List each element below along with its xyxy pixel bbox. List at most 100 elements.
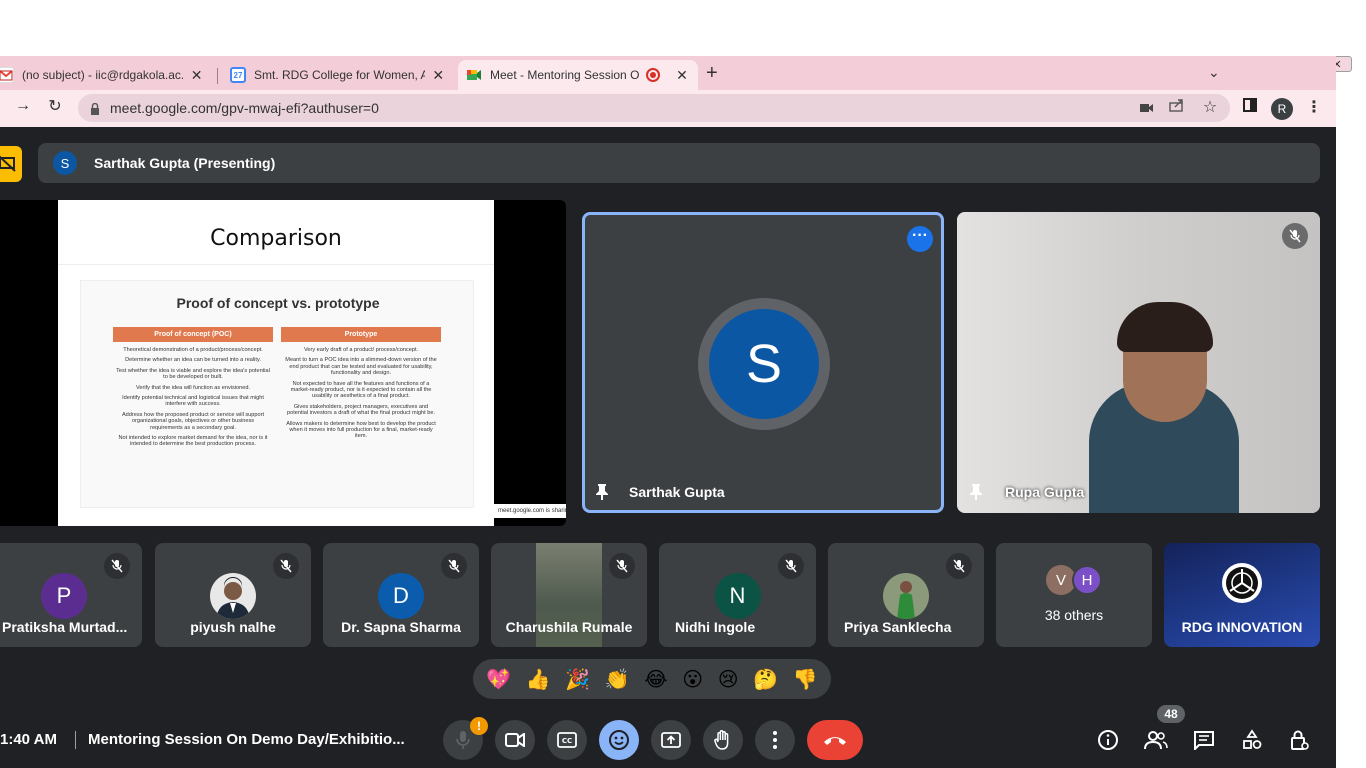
- meeting-time: 1:40 AM: [0, 731, 57, 748]
- mic-off-icon: [273, 553, 299, 579]
- participant-name: Sarthak Gupta: [629, 484, 725, 500]
- participant-name: Pratiksha Murtad...: [2, 619, 128, 635]
- bookmark-star-icon[interactable]: ☆: [1199, 97, 1221, 117]
- more-options-icon[interactable]: ···: [907, 226, 933, 252]
- reaction-sparkling-heart[interactable]: 💖: [486, 667, 511, 692]
- tab-search-chevron-icon[interactable]: ⌄: [1208, 64, 1220, 81]
- tab-strip: (no subject) - iic@rdgakola.ac.in - S ✕ …: [0, 56, 1336, 90]
- tab-meet[interactable]: Meet - Mentoring Session On D ✕: [458, 60, 698, 90]
- reaction-laughing[interactable]: 😂: [644, 667, 667, 692]
- slide: Comparison Proof of concept vs. prototyp…: [58, 200, 494, 526]
- poc-item: Address how the proposed product or serv…: [121, 411, 265, 431]
- close-tab-icon[interactable]: ✕: [189, 67, 204, 84]
- calendar-icon: 27: [230, 67, 246, 83]
- tile-piyush[interactable]: piyush nalhe: [155, 543, 311, 647]
- mic-off-icon: [609, 553, 635, 579]
- reaction-surprised[interactable]: 😮: [682, 667, 703, 692]
- more-options-button[interactable]: [755, 720, 795, 760]
- tile-sarthak-gupta[interactable]: ··· S Sarthak Gupta: [582, 212, 944, 513]
- lock-icon: [90, 102, 100, 115]
- close-tab-icon[interactable]: ✕: [431, 67, 447, 84]
- participant-name: RDG INNOVATION: [1181, 619, 1303, 635]
- reaction-thinking[interactable]: 🤔: [753, 667, 778, 692]
- presentation-tile[interactable]: Comparison Proof of concept vs. prototyp…: [0, 200, 566, 526]
- new-tab-icon[interactable]: +: [706, 62, 718, 85]
- prototype-item: Gives stakeholders, project managers, ex…: [286, 403, 435, 417]
- activities-icon[interactable]: [1237, 725, 1267, 755]
- pin-icon[interactable]: [969, 483, 983, 506]
- participant-name: Charushila Rumale: [505, 619, 633, 635]
- present-screen-button[interactable]: [651, 720, 691, 760]
- side-panel-icon[interactable]: [1239, 98, 1261, 117]
- stop-presenting-icon[interactable]: [0, 146, 22, 182]
- share-icon[interactable]: [1166, 98, 1188, 117]
- participant-name: Nidhi Ingole: [675, 619, 756, 635]
- tab-gmail[interactable]: (no subject) - iic@rdgakola.ac.in - S ✕: [0, 60, 212, 90]
- poc-item: Theoretical demonstration of a product/p…: [123, 347, 263, 353]
- url-text: meet.google.com/gpv-mwaj-efi?authuser=0: [110, 100, 379, 116]
- browser-toolbar: → ↻ meet.google.com/gpv-mwaj-efi?authuse…: [0, 90, 1336, 127]
- raise-hand-button[interactable]: [703, 720, 743, 760]
- captions-button[interactable]: CC: [547, 720, 587, 760]
- tile-pratiksha[interactable]: P Pratiksha Murtad...: [0, 543, 142, 647]
- poc-item: Verify that the idea will function as en…: [135, 384, 251, 391]
- prototype-item: Very early draft of a product/ process/c…: [303, 347, 419, 353]
- poc-item: Test whether the idea is viable and expl…: [116, 367, 270, 381]
- reload-icon[interactable]: ↻: [44, 96, 66, 116]
- close-tab-icon[interactable]: ✕: [674, 67, 690, 84]
- others-count: 38 others: [1044, 607, 1104, 623]
- prototype-item: Meant to turn a POC idea into a slimmed-…: [285, 357, 437, 377]
- mic-off-icon: [946, 553, 972, 579]
- leave-call-button[interactable]: [807, 720, 863, 760]
- pin-icon[interactable]: [595, 483, 609, 506]
- chat-icon[interactable]: [1189, 725, 1219, 755]
- meeting-details-icon[interactable]: [1093, 725, 1123, 755]
- tile-priya[interactable]: Priya Sanklecha: [828, 543, 984, 647]
- reaction-crying[interactable]: 😢: [718, 667, 739, 692]
- tile-rupa-gupta[interactable]: Rupa Gupta: [957, 212, 1320, 513]
- presenter-avatar: S: [53, 151, 77, 175]
- tab-calendar[interactable]: 27 Smt. RDG College for Women, Akola ✕: [222, 60, 454, 90]
- tile-charushila[interactable]: Charushila Rumale: [491, 543, 647, 647]
- rdg-logo-icon: [1222, 563, 1262, 603]
- participant-avatar: D: [378, 573, 424, 619]
- slide-divider: [58, 264, 494, 265]
- reaction-party-popper[interactable]: 🎉: [565, 667, 590, 692]
- tile-nidhi[interactable]: N Nidhi Ingole: [659, 543, 816, 647]
- mic-off-icon: [104, 553, 130, 579]
- reaction-thumbs-up[interactable]: 👍: [526, 667, 551, 692]
- tile-others[interactable]: V H 38 others: [996, 543, 1152, 647]
- camera-toggle-button[interactable]: [495, 720, 535, 760]
- column-header-poc: Proof of concept (POC): [113, 327, 273, 342]
- prototype-item: Not expected to have all the features an…: [290, 380, 432, 400]
- tile-rdg-innovation[interactable]: RDG INNOVATION: [1164, 543, 1320, 647]
- meet-icon: [466, 67, 482, 83]
- sarthak-avatar: S: [709, 309, 819, 419]
- participant-name: Dr. Sapna Sharma: [341, 619, 461, 635]
- profile-avatar[interactable]: R: [1271, 98, 1293, 120]
- address-bar[interactable]: meet.google.com/gpv-mwaj-efi?authuser=0: [78, 94, 1230, 122]
- meeting-title: Mentoring Session On Demo Day/Exhibitio.…: [88, 731, 405, 748]
- reaction-clapping[interactable]: 👏: [605, 667, 630, 692]
- prototype-column: Very early draft of a product/ process/c…: [283, 347, 439, 444]
- gmail-icon: [0, 67, 14, 83]
- emoji-reactions-button[interactable]: [599, 720, 639, 760]
- tab-separator: [217, 68, 218, 84]
- host-controls-icon[interactable]: [1285, 725, 1315, 755]
- divider: [75, 731, 76, 749]
- sharing-indicator: meet.google.com is sharing: [494, 504, 566, 518]
- presenter-bar: S Sarthak Gupta (Presenting): [38, 143, 1320, 183]
- browser-menu-icon[interactable]: ⋮: [1303, 97, 1325, 117]
- reaction-thumbs-down[interactable]: 👎: [793, 667, 818, 692]
- others-avatar-h: H: [1072, 565, 1102, 595]
- poc-column: Theoretical demonstration of a product/p…: [115, 347, 271, 452]
- camera-blocked-icon[interactable]: [1136, 100, 1158, 118]
- forward-icon[interactable]: →: [12, 97, 34, 115]
- tab-title: (no subject) - iic@rdgakola.ac.in - S: [22, 68, 183, 82]
- svg-text:CC: CC: [562, 737, 572, 745]
- poc-item: Identify potential technical and logisti…: [122, 395, 264, 408]
- participant-photo: [883, 573, 929, 619]
- people-icon[interactable]: [1141, 725, 1171, 755]
- recording-icon: [646, 68, 660, 82]
- tile-sapna[interactable]: D Dr. Sapna Sharma: [323, 543, 479, 647]
